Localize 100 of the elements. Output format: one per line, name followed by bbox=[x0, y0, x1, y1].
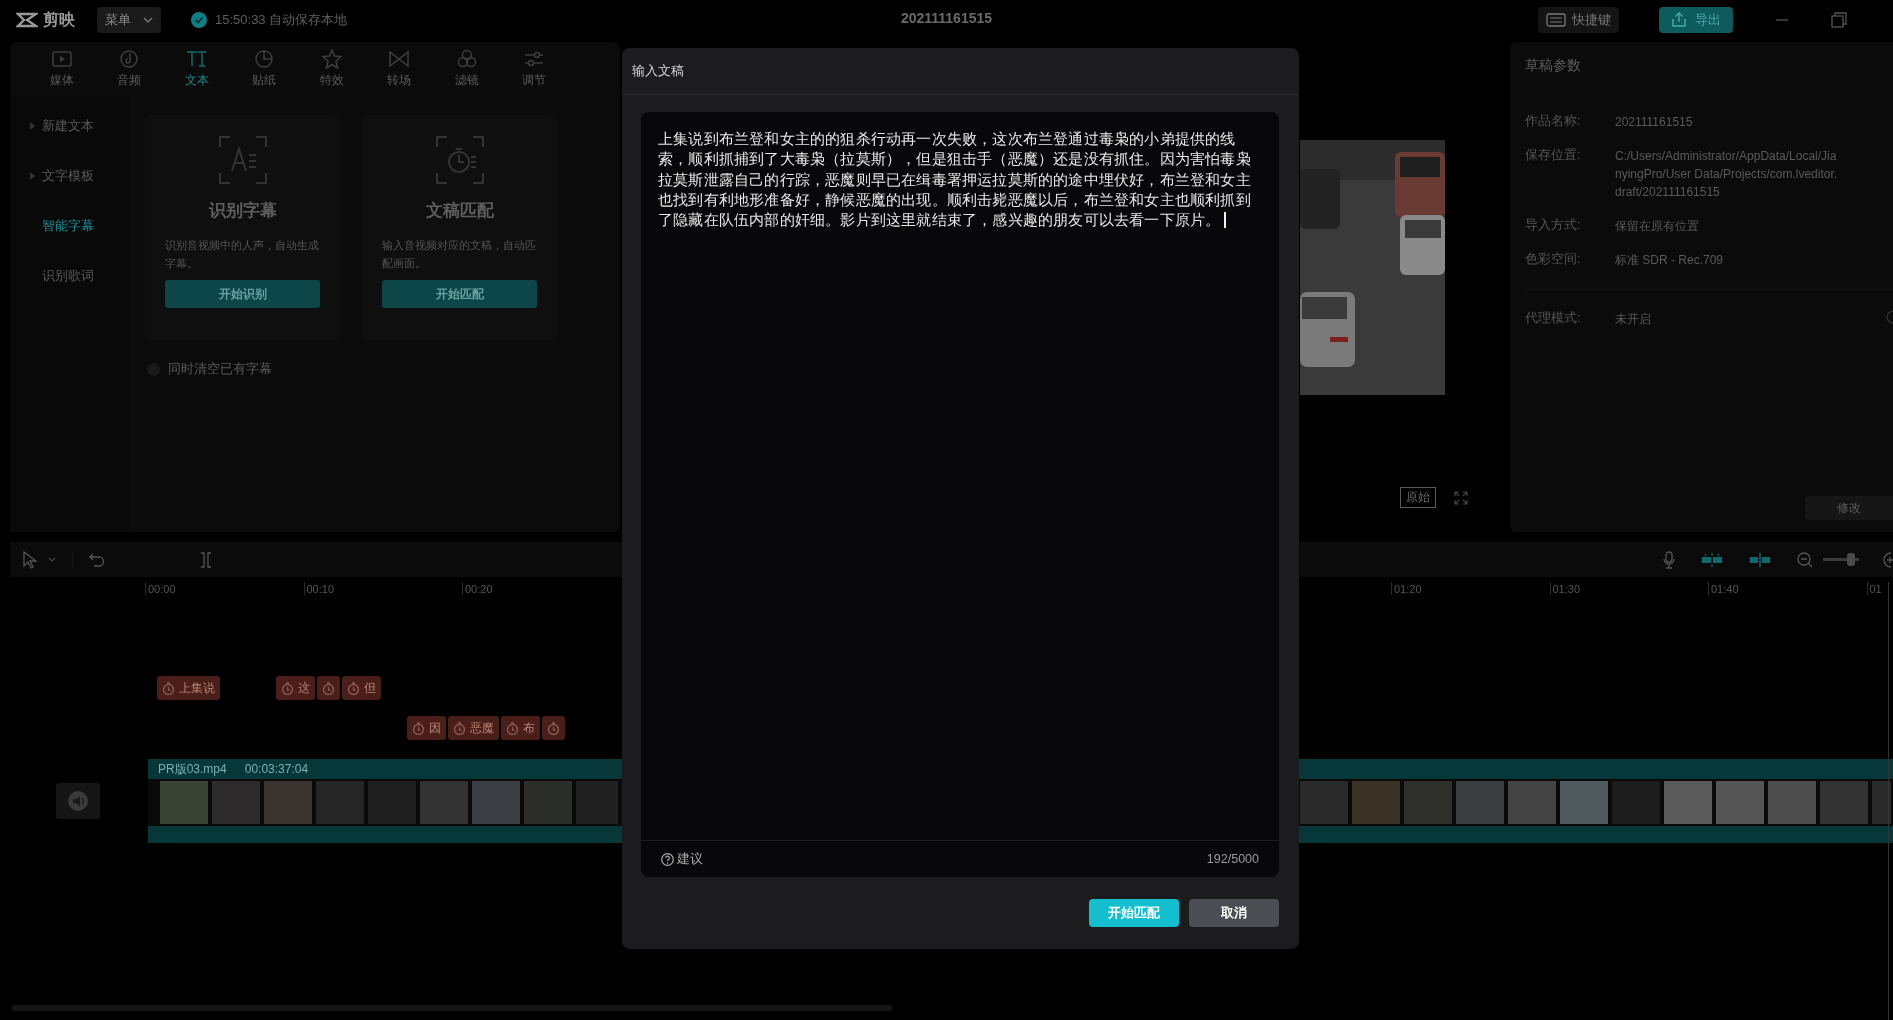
time-label: 00:00 bbox=[147, 582, 176, 595]
start-button[interactable]: 开始匹配 bbox=[382, 280, 537, 308]
expand-arrow-icon bbox=[30, 122, 35, 130]
time-label: 00:10 bbox=[305, 582, 335, 595]
caption-clip[interactable]: 但 bbox=[342, 676, 381, 700]
toolbar-tab[interactable]: 音频 bbox=[95, 42, 163, 95]
help-icon bbox=[661, 852, 674, 866]
app-name: 剪映 bbox=[43, 9, 75, 30]
field-value: 202111161515 bbox=[1615, 114, 1693, 131]
link-clips-icon[interactable] bbox=[1749, 551, 1771, 568]
toolbar-tab[interactable]: 文本 bbox=[163, 42, 231, 95]
undo-icon[interactable] bbox=[89, 552, 105, 567]
field-value: 未开启 bbox=[1615, 311, 1652, 328]
script-input-field[interactable]: 上集说到布兰登和女主的的狙杀行动再一次失败，这次布兰登通过毒枭的小弟提供的线索，顺利抓捕到了大毒枭（拉莫斯），但是狙击手（恶魔）还是没有抓住。因为害怕毒枭拉莫斯泄露自己的行踪，恶魔则早已在缉毒署押运拉莫斯的的途中埋伏好，布兰登和女主也找到有利地形准备好，静候恶魔的出现。顺利击毙恶魔以后，布兰登和女主也顺利抓到了隐藏在队伍内部的奸细。影片到这里就结束了，感兴趣的朋友可以去看一下原片。 bbox=[641, 112, 1279, 840]
time-label: 01:40 bbox=[1710, 582, 1739, 595]
cancel-button[interactable]: 取消 bbox=[1189, 899, 1279, 927]
caption-clip[interactable] bbox=[542, 716, 565, 740]
music-icon bbox=[118, 48, 141, 69]
stopwatch-icon bbox=[412, 721, 425, 735]
text-recognition-icon bbox=[217, 135, 268, 185]
time-label: 01:20 bbox=[1393, 582, 1422, 595]
field-value: 标准 SDR - Rec.709 bbox=[1615, 252, 1724, 269]
start-match-button[interactable]: 开始匹配 bbox=[1089, 899, 1179, 927]
stopwatch-icon bbox=[322, 681, 335, 695]
caption-text: 但 bbox=[364, 679, 376, 697]
menu-dropdown[interactable]: 菜单 bbox=[97, 7, 161, 33]
keyboard-icon bbox=[1546, 13, 1566, 27]
time-label: 00:20 bbox=[464, 582, 493, 595]
shortcut-button[interactable]: 快捷键 bbox=[1538, 7, 1619, 33]
toolbar-tab[interactable]: 贴纸 bbox=[230, 42, 298, 95]
field-label: 作品名称: bbox=[1525, 113, 1582, 130]
field-label: 保存位置: bbox=[1525, 147, 1582, 164]
sticker-icon bbox=[253, 48, 276, 69]
original-ratio-button[interactable]: 原始 bbox=[1400, 487, 1436, 508]
toolbar-tab[interactable]: 媒体 bbox=[28, 42, 96, 95]
sidebar-item[interactable]: 识别歌词 bbox=[10, 263, 130, 289]
caret-icon[interactable] bbox=[48, 557, 56, 562]
caption-clip[interactable] bbox=[317, 676, 340, 700]
stopwatch-icon bbox=[162, 681, 175, 695]
filter-icon bbox=[455, 48, 478, 69]
stopwatch-frame-icon bbox=[434, 135, 485, 185]
transition-icon bbox=[388, 48, 411, 69]
speaker-icon bbox=[68, 791, 88, 811]
upload-icon bbox=[1671, 12, 1687, 28]
panel-title: 草稿参数 bbox=[1525, 57, 1581, 75]
checkbox-label: 同时清空已有字幕 bbox=[168, 360, 272, 378]
cursor-icon[interactable] bbox=[22, 550, 38, 569]
hint-link[interactable]: 建议 bbox=[677, 850, 703, 868]
mute-button[interactable] bbox=[56, 783, 100, 819]
autosave-status: 15:50:33 自动保存本地 bbox=[215, 11, 348, 29]
logo-icon bbox=[16, 12, 38, 28]
card-title: 文稿匹配 bbox=[425, 200, 494, 222]
field-label: 导入方式: bbox=[1525, 217, 1582, 234]
field-label: 色彩空间: bbox=[1525, 251, 1582, 268]
project-title: 202111161515 bbox=[899, 10, 994, 26]
caption-text: 恶魔 bbox=[470, 719, 494, 737]
restore-icon[interactable] bbox=[1831, 12, 1847, 28]
dialog-title: 输入文稿 bbox=[632, 62, 684, 80]
media-icon bbox=[50, 48, 73, 69]
text-icon bbox=[185, 48, 208, 69]
slider-thumb[interactable] bbox=[1846, 553, 1855, 566]
caption-text: 这 bbox=[298, 679, 310, 697]
zoom-out-icon[interactable] bbox=[1797, 551, 1813, 568]
sidebar-item[interactable]: 文字模板 bbox=[10, 163, 130, 189]
caption-clip[interactable]: 上集说 bbox=[157, 676, 220, 700]
stopwatch-icon bbox=[347, 681, 360, 695]
caption-clip[interactable]: 因 bbox=[407, 716, 446, 740]
caption-text: 因 bbox=[429, 719, 441, 737]
caption-text: 上集说 bbox=[179, 679, 215, 697]
clip-duration: 00:03:37:04 bbox=[244, 762, 309, 776]
caption-clip[interactable]: 布 bbox=[501, 716, 540, 740]
toolbar-tab[interactable]: 滤镜 bbox=[433, 42, 501, 95]
field-value: 保留在原有位置 bbox=[1615, 218, 1699, 235]
expand-arrow-icon bbox=[30, 172, 35, 180]
start-button[interactable]: 开始识别 bbox=[165, 280, 320, 308]
caret-icon bbox=[143, 17, 153, 23]
stopwatch-icon bbox=[547, 721, 560, 735]
fullscreen-icon[interactable] bbox=[1454, 490, 1468, 505]
time-label: 01:30 bbox=[1551, 582, 1581, 595]
toolbar-tab[interactable]: 调节 bbox=[500, 42, 568, 95]
magnet-snap-icon[interactable] bbox=[1701, 551, 1723, 568]
toolbar-tab[interactable]: 转场 bbox=[365, 42, 433, 95]
sidebar-item[interactable]: 智能字幕 bbox=[10, 213, 130, 239]
caption-clip[interactable]: 这 bbox=[276, 676, 315, 700]
star-icon bbox=[320, 48, 343, 69]
microphone-icon[interactable] bbox=[1663, 550, 1675, 569]
card-description: 识别音视频中的人声，自动生成字幕。 bbox=[165, 238, 320, 271]
caption-clip[interactable]: 恶魔 bbox=[448, 716, 499, 740]
sidebar-item[interactable]: 新建文本 bbox=[10, 113, 130, 139]
split-icon[interactable] bbox=[200, 551, 212, 568]
zoom-in-icon[interactable] bbox=[1883, 551, 1893, 568]
stopwatch-icon bbox=[453, 721, 466, 735]
export-button[interactable]: 导出 bbox=[1659, 7, 1733, 33]
toolbar-tab[interactable]: 特效 bbox=[298, 42, 366, 95]
card-title: 识别字幕 bbox=[208, 200, 277, 222]
character-count: 192/5000 bbox=[1206, 852, 1259, 866]
edit-button[interactable]: 修改 bbox=[1805, 496, 1893, 520]
field-label: 代理模式: bbox=[1525, 310, 1582, 327]
stopwatch-icon bbox=[506, 721, 519, 735]
caption-text: 布 bbox=[523, 719, 535, 737]
